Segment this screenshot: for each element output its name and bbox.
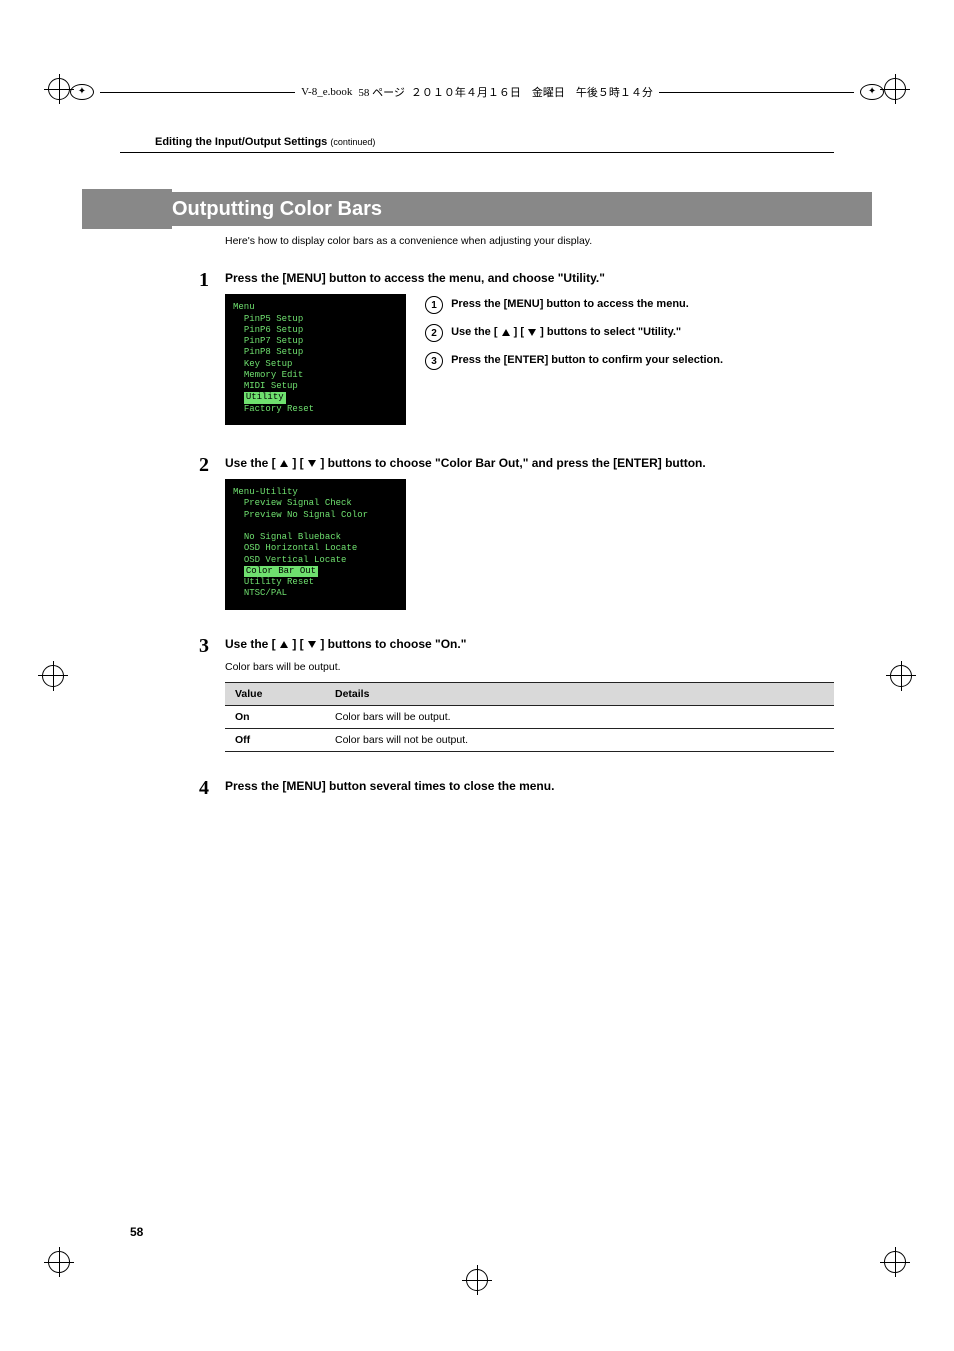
running-header-title: Editing the Input/Output Settings <box>155 136 327 148</box>
step-title: Use the [ ] [ ] buttons to choose "On." <box>225 636 834 652</box>
step-title: Press the [MENU] button several times to… <box>225 778 834 794</box>
running-header-rule <box>120 152 834 153</box>
menu-screenshot: Menu PinP5 Setup PinP6 Setup PinP7 Setup… <box>225 294 406 425</box>
running-header: Editing the Input/Output Settings (conti… <box>155 136 375 148</box>
table-cell-val: Color bars will not be output. <box>325 729 834 752</box>
table-cell-key: Off <box>225 729 325 752</box>
reg-mark-bl <box>48 1251 70 1273</box>
prepress-header: ✦ V-8_e.book 58 ページ ２０１０年４月１６日 金曜日 午後５時１… <box>70 84 884 100</box>
up-arrow-icon <box>280 641 288 648</box>
header-date-jp: ２０１０年４月１６日 金曜日 午後５時１４分 <box>411 84 653 100</box>
substep-number-icon: 2 <box>425 324 443 342</box>
section-title-bar: Outputting Color Bars <box>82 192 872 226</box>
header-ornament-icon: ✦ <box>860 84 884 100</box>
down-arrow-icon <box>308 460 316 467</box>
substep-text: Use the [ ] [ ] buttons to select "Utili… <box>451 324 681 340</box>
step-number: 4 <box>199 778 225 802</box>
menu-screenshot: Menu-Utility Preview Signal Check Previe… <box>225 479 406 610</box>
table-row: Off Color bars will not be output. <box>225 729 834 752</box>
substep-list: 1 Press the [MENU] button to access the … <box>425 296 723 380</box>
substep: 3 Press the [ENTER] button to confirm yo… <box>425 352 723 370</box>
down-arrow-icon <box>528 329 536 336</box>
step-number: 2 <box>199 455 225 610</box>
down-arrow-icon <box>308 641 316 648</box>
substep-number-icon: 3 <box>425 352 443 370</box>
substep-text: Press the [ENTER] button to confirm your… <box>451 352 723 368</box>
table-header-details: Details <box>325 682 834 705</box>
step-title: Use the [ ] [ ] buttons to choose "Color… <box>225 455 834 471</box>
step-subtext: Color bars will be output. <box>225 660 834 674</box>
reg-mark-right <box>890 665 912 687</box>
step-number: 1 <box>199 270 225 425</box>
substep-text: Press the [MENU] button to access the me… <box>451 296 689 312</box>
substep-number-icon: 1 <box>425 296 443 314</box>
up-arrow-icon <box>280 460 288 467</box>
reg-mark-tr <box>884 78 906 100</box>
page-number: 58 <box>130 1225 143 1239</box>
table-header-value: Value <box>225 682 325 705</box>
section-title: Outputting Color Bars <box>172 192 382 226</box>
step-1: 1 Press the [MENU] button to access the … <box>225 270 834 425</box>
reg-mark-left <box>42 665 64 687</box>
table-row: On Color bars will be output. <box>225 706 834 729</box>
reg-mark-bottom <box>466 1269 488 1291</box>
up-arrow-icon <box>502 329 510 336</box>
header-ornament-icon: ✦ <box>70 84 94 100</box>
header-page-jp: 58 ページ <box>358 84 405 100</box>
step-3: 3 Use the [ ] [ ] buttons to choose "On.… <box>225 636 834 753</box>
step-number: 3 <box>199 636 225 753</box>
step-title: Press the [MENU] button to access the me… <box>225 270 834 286</box>
step-4: 4 Press the [MENU] button several times … <box>225 778 834 802</box>
table-cell-key: On <box>225 706 325 729</box>
table-cell-val: Color bars will be output. <box>325 706 834 729</box>
substep: 2 Use the [ ] [ ] buttons to select "Uti… <box>425 324 723 342</box>
reg-mark-br <box>884 1251 906 1273</box>
reg-mark-tl <box>48 78 70 100</box>
value-table: Value Details On Color bars will be outp… <box>225 682 834 753</box>
lead-paragraph: Here's how to display color bars as a co… <box>225 234 834 248</box>
step-2: 2 Use the [ ] [ ] buttons to choose "Col… <box>225 455 834 610</box>
running-header-continued: (continued) <box>330 137 375 147</box>
substep: 1 Press the [MENU] button to access the … <box>425 296 723 314</box>
header-file: V-8_e.book <box>301 86 352 98</box>
